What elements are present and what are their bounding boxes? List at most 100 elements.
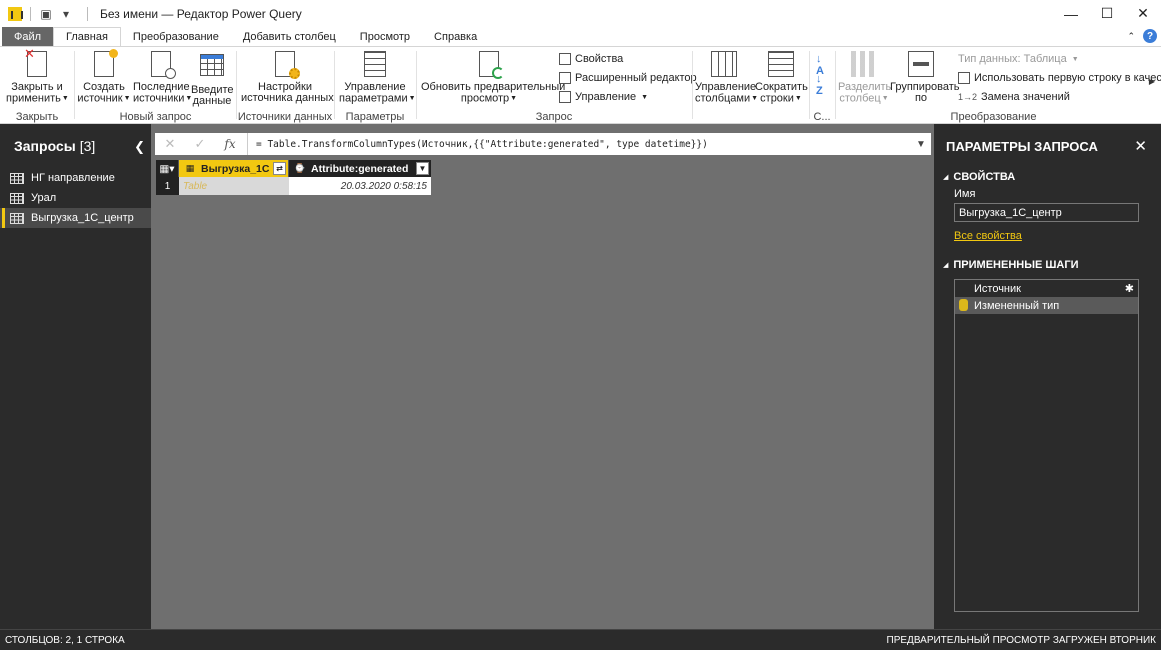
tab-transform[interactable]: Преобразование xyxy=(121,27,231,46)
tab-add-column[interactable]: Добавить столбец xyxy=(231,27,348,46)
collapse-triangle-icon: ◢ xyxy=(943,262,949,269)
columns-icon xyxy=(711,51,737,77)
ribbon: ✕ Закрыть и применить▼ Закрыть Создать и… xyxy=(0,46,1161,124)
properties-icon xyxy=(559,53,571,65)
collapse-queries-icon[interactable]: ❮ xyxy=(134,139,145,155)
status-bar: СТОЛБЦОВ: 2, 1 СТРОКА ПРЕДВАРИТЕЛЬНЫЙ ПР… xyxy=(0,629,1161,650)
fx-icon[interactable]: fx xyxy=(215,137,245,151)
window-title: Без имени — Редактор Power Query xyxy=(100,6,302,21)
data-type-dropdown[interactable]: Тип данных: Таблица ▼ xyxy=(958,53,1079,65)
grid-header-row: ▦▾ ▦ Выгрузка_1С ⇄ ⌚ Attribute:generated… xyxy=(156,160,431,177)
manage-parameters-button[interactable]: Управление параметрами▼ xyxy=(339,51,416,104)
recent-sources-button[interactable]: Последние источники▼ xyxy=(133,51,192,104)
tab-view[interactable]: Просмотр xyxy=(348,27,422,46)
group-by-icon xyxy=(908,51,934,77)
group-label-transform: Преобразование xyxy=(950,111,1037,123)
table-type-icon[interactable]: ▦ xyxy=(183,163,197,175)
step-changed-type[interactable]: Измененный тип xyxy=(955,297,1138,314)
collapse-triangle-icon: ◢ xyxy=(943,174,949,181)
table-cell-link[interactable]: Table xyxy=(179,177,289,195)
query-item-ng[interactable]: НГ направление xyxy=(0,168,151,188)
tab-help[interactable]: Справка xyxy=(422,27,489,46)
all-properties-link[interactable]: Все свойства xyxy=(934,230,1161,244)
mouse-cursor-highlight xyxy=(959,299,968,311)
first-row-headers-icon xyxy=(958,72,970,84)
properties-section-header[interactable]: ◢ СВОЙСТВА xyxy=(934,168,1161,186)
window-controls: — ☐ ✕ xyxy=(1053,0,1161,27)
close-window-button[interactable]: ✕ xyxy=(1125,0,1161,27)
datetime-cell[interactable]: 20.03.2020 0:58:15 xyxy=(289,177,431,195)
column-header-export[interactable]: ▦ Выгрузка_1С ⇄ xyxy=(179,160,289,177)
group-label-query: Запрос xyxy=(535,111,573,123)
group-label-new-query: Новый запрос xyxy=(119,111,192,123)
enter-data-button[interactable]: Введите данные xyxy=(191,51,234,107)
datetime-type-icon[interactable]: ⌚ xyxy=(293,163,307,175)
group-data-sources: Настройки источника данных Источники дан… xyxy=(237,47,334,125)
table-menu-icon[interactable]: ▦▾ xyxy=(156,160,179,177)
step-source[interactable]: Источник ✱ xyxy=(955,280,1138,297)
data-preview-area: ✕ ✓ fx = Table.TransformColumnTypes(Исто… xyxy=(151,124,934,629)
help-icon[interactable]: ? xyxy=(1143,29,1157,43)
new-source-icon xyxy=(94,49,118,77)
tab-file[interactable]: Файл xyxy=(2,27,54,46)
quick-access-dropdown-icon[interactable]: ▾ xyxy=(59,7,73,21)
divider xyxy=(87,6,88,21)
expand-column-icon[interactable]: ⇄ xyxy=(273,162,286,175)
save-icon[interactable]: ▣ xyxy=(39,7,53,21)
ribbon-scroll-right-icon[interactable]: ▶ xyxy=(1149,77,1155,86)
queries-panel-header: Запросы [3] xyxy=(0,124,151,168)
minimize-button[interactable]: — xyxy=(1053,0,1089,27)
refresh-preview-button[interactable]: Обновить предварительный просмотр▼ xyxy=(421,51,565,104)
maximize-button[interactable]: ☐ xyxy=(1089,0,1125,27)
group-close: ✕ Закрыть и применить▼ Закрыть xyxy=(0,47,74,125)
query-item-ural[interactable]: Урал xyxy=(0,188,151,208)
query-item-export-center[interactable]: Выгрузка_1С_центр xyxy=(0,208,151,228)
column-header-attribute[interactable]: ⌚ Attribute:generated ▼ xyxy=(289,160,431,177)
group-manage-columns: Управление столбцами▼ Сократить строки▼ xyxy=(693,47,809,125)
split-column-button[interactable]: Разделить столбец▼ xyxy=(838,51,891,104)
group-label-sort: С... xyxy=(813,111,831,123)
replace-values-button[interactable]: 1→2 Замена значений xyxy=(958,91,1070,103)
rows-icon xyxy=(768,51,794,77)
close-apply-button[interactable]: ✕ Закрыть и применить▼ xyxy=(6,47,69,104)
close-settings-icon[interactable]: ✕ xyxy=(1134,137,1147,155)
tab-home[interactable]: Главная xyxy=(53,27,121,46)
filter-dropdown-icon[interactable]: ▼ xyxy=(416,162,429,175)
split-column-icon xyxy=(851,51,877,77)
group-label-params: Параметры xyxy=(345,111,405,123)
table-icon xyxy=(10,172,24,184)
divider xyxy=(247,133,248,155)
group-transform: Разделить столбец▼ Группировать по Тип д… xyxy=(836,47,1161,125)
use-first-row-headers-button[interactable]: Использовать первую строку в качестве xyxy=(958,72,1161,84)
sort-descending-icon[interactable]: ↓ Z xyxy=(816,73,823,97)
new-source-button[interactable]: Создать источник▼ xyxy=(77,49,131,104)
table-icon xyxy=(200,54,224,76)
step-settings-gear-icon[interactable]: ✱ xyxy=(1125,282,1134,295)
query-name-input[interactable]: Выгрузка_1С_центр xyxy=(954,203,1139,222)
formula-bar: ✕ ✓ fx = Table.TransformColumnTypes(Исто… xyxy=(155,133,931,155)
collapse-ribbon-icon[interactable]: ⌃ xyxy=(1127,31,1135,42)
confirm-formula-icon[interactable]: ✓ xyxy=(185,136,215,152)
ribbon-extra-controls: ⌃ ? xyxy=(1127,29,1157,43)
advanced-editor-button[interactable]: Расширенный редактор xyxy=(559,72,697,84)
manage-columns-button[interactable]: Управление столбцами▼ xyxy=(695,51,758,104)
group-label-sources: Источники данных xyxy=(237,111,333,123)
replace-values-icon: 1→2 xyxy=(958,92,978,102)
data-grid: ▦▾ ▦ Выгрузка_1С ⇄ ⌚ Attribute:generated… xyxy=(156,160,431,195)
ribbon-tabs: Файл Главная Преобразование Добавить сто… xyxy=(0,27,1161,46)
group-by-button[interactable]: Группировать по xyxy=(890,51,960,104)
properties-button[interactable]: Свойства xyxy=(559,53,623,65)
cancel-formula-icon[interactable]: ✕ xyxy=(155,136,185,152)
group-sort: ↓ A ↓ Z С... xyxy=(810,47,834,125)
table-icon xyxy=(10,192,24,204)
reduce-rows-button[interactable]: Сократить строки▼ xyxy=(755,51,808,104)
manage-button[interactable]: Управление ▼ xyxy=(559,91,648,103)
applied-steps-header[interactable]: ◢ ПРИМЕНЕННЫЕ ШАГИ xyxy=(934,256,1161,274)
source-settings-button[interactable]: Настройки источника данных xyxy=(241,51,334,104)
close-apply-icon: ✕ xyxy=(24,47,47,77)
parameters-icon xyxy=(364,51,386,77)
expand-formula-icon[interactable]: ▼ xyxy=(911,139,931,150)
group-new-query: Создать источник▼ Последние источники▼ В… xyxy=(75,47,236,125)
formula-input[interactable]: = Table.TransformColumnTypes(Источник,{{… xyxy=(256,139,911,150)
queries-count: [3] xyxy=(79,138,96,154)
